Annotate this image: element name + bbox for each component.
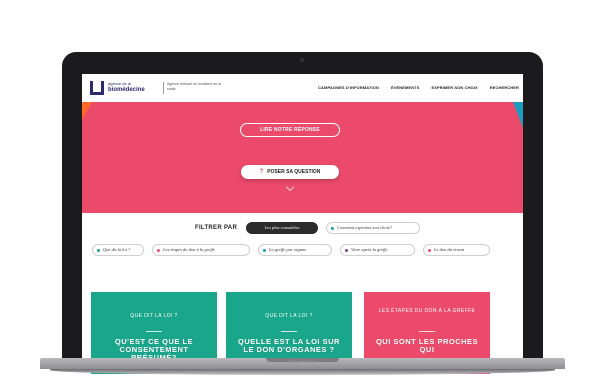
card-separator bbox=[146, 331, 162, 332]
topic-vivre-apres[interactable]: Vivre après la greffe bbox=[340, 244, 415, 256]
laptop-screen: agence de la biomédecine Agence relevant… bbox=[82, 74, 523, 374]
dot-icon bbox=[263, 249, 266, 252]
sort-express-choice[interactable]: Comment exprimer son choix? bbox=[326, 222, 420, 234]
sort-express-choice-label: Comment exprimer son choix? bbox=[337, 225, 393, 230]
logo-text[interactable]: agence de la biomédecine bbox=[108, 81, 145, 93]
topic-label: La greffe par organe bbox=[269, 247, 307, 252]
header-tagline: Agence relevant du ministère de la santé bbox=[167, 82, 221, 91]
nav-campagnes[interactable]: CAMPAGNES D'INFORMATION bbox=[318, 85, 379, 90]
nav-rechercher[interactable]: RECHERCHER bbox=[490, 85, 519, 90]
topic-que-dit-la-loi[interactable]: Que dit la loi ? bbox=[92, 244, 144, 256]
dot-icon bbox=[428, 249, 431, 252]
filter-label: FILTRER PAR bbox=[195, 225, 238, 231]
nav-exprimer-choix[interactable]: EXPRIMER SON CHOIX bbox=[432, 85, 478, 90]
dot-icon bbox=[97, 249, 100, 252]
card-separator bbox=[281, 331, 297, 332]
ask-question-button[interactable]: ? POSER SA QUESTION bbox=[241, 165, 339, 179]
topic-greffe-organe[interactable]: La greffe par organe bbox=[258, 244, 332, 256]
main-nav: CAMPAGNES D'INFORMATION ÉVÉNEMENTS EXPRI… bbox=[306, 85, 519, 90]
topic-label: Que dit la loi ? bbox=[103, 247, 131, 252]
laptop-lid: agence de la biomédecine Agence relevant… bbox=[62, 52, 543, 374]
card-category: LES ÉTAPES DU DON À LA GREFFE bbox=[378, 308, 476, 314]
agence-logo-icon[interactable] bbox=[90, 81, 104, 95]
hero-banner: LIRE NOTRE RÉPONSE ? POSER SA QUESTION bbox=[82, 102, 523, 213]
logo-big-text: biomédecine bbox=[108, 87, 145, 93]
laptop-brand: MacBook bbox=[288, 360, 317, 366]
dot-icon bbox=[157, 249, 160, 252]
question-mark-icon: ? bbox=[259, 169, 264, 175]
hero-corner-blue bbox=[513, 102, 523, 128]
card-separator bbox=[419, 331, 435, 332]
topic-label: Le don du vivant bbox=[434, 247, 465, 252]
dot-icon bbox=[345, 249, 348, 252]
card-category: QUE DIT LA LOI ? bbox=[265, 313, 313, 319]
card-category: QUE DIT LA LOI ? bbox=[130, 313, 178, 319]
laptop-base-lip bbox=[50, 369, 555, 375]
ask-question-label: POSER SA QUESTION bbox=[267, 169, 321, 175]
logo-divider bbox=[163, 82, 164, 94]
sort-most-viewed[interactable]: Les plus consultées bbox=[246, 222, 318, 234]
topic-label: Vivre après la greffe bbox=[351, 247, 388, 252]
topic-etapes-don[interactable]: Les étapes du don à la greffe bbox=[152, 244, 250, 256]
chevron-down-icon[interactable] bbox=[285, 182, 295, 192]
nav-evenements[interactable]: ÉVÉNEMENTS bbox=[391, 85, 420, 90]
camera-icon bbox=[300, 58, 304, 62]
filter-sort-row: FILTRER PAR Les plus consultées Comment … bbox=[82, 222, 523, 236]
read-answer-button[interactable]: LIRE NOTRE RÉPONSE bbox=[240, 123, 340, 137]
card-title: QUELLE EST LA LOI SUR LE DON D'ORGANES ? bbox=[238, 337, 340, 354]
site-header: agence de la biomédecine Agence relevant… bbox=[82, 74, 523, 102]
hero-corner-orange bbox=[82, 102, 92, 120]
topic-label: Les étapes du don à la greffe bbox=[163, 247, 215, 252]
dot-icon bbox=[331, 227, 334, 230]
topic-don-vivant[interactable]: Le don du vivant bbox=[423, 244, 490, 256]
card-title: QUI SONT LES PROCHES QUI bbox=[375, 337, 479, 354]
